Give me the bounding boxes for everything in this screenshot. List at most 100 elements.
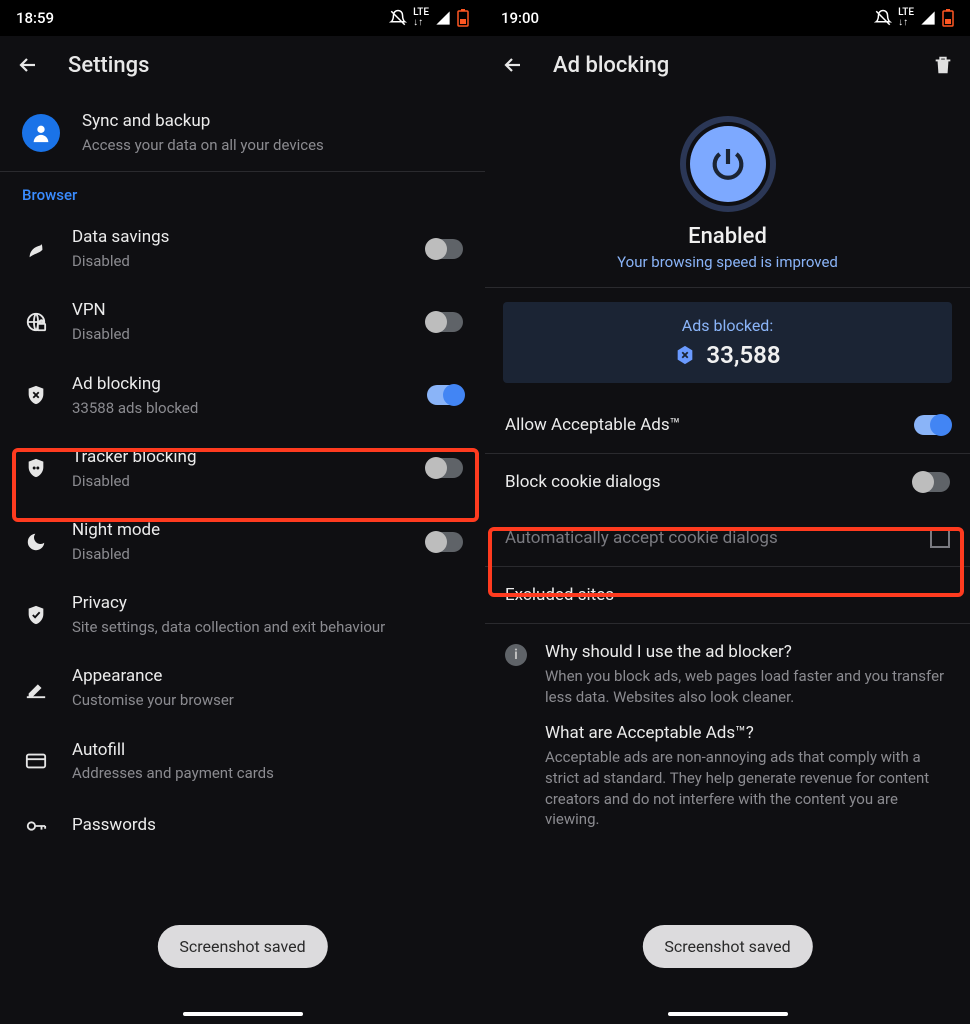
vpn-row[interactable]: VPN Disabled (0, 285, 485, 358)
acceptable-ads-row[interactable]: Allow Acceptable Ads™ (485, 397, 970, 453)
row-title: Tracker blocking (72, 446, 405, 469)
ad-blocking-content: Enabled Your browsing speed is improved … (485, 94, 970, 1024)
row-subtitle: Disabled (72, 324, 405, 344)
hex-x-icon (674, 344, 696, 366)
signal-icon (435, 10, 451, 26)
privacy-row[interactable]: Privacy Site settings, data collection a… (0, 578, 485, 651)
row-subtitle: 33588 ads blocked (72, 398, 405, 418)
auto-accept-cookie-row[interactable]: Automatically accept cookie dialogs (485, 510, 970, 566)
data-savings-toggle[interactable] (427, 239, 463, 259)
row-subtitle: Disabled (72, 544, 405, 564)
sync-subtitle: Access your data on all your devices (82, 135, 463, 155)
divider (485, 287, 970, 288)
excluded-sites-row[interactable]: Excluded sites (485, 567, 970, 623)
autofill-row[interactable]: Autofill Addresses and payment cards (0, 725, 485, 798)
status-time: 18:59 (16, 9, 54, 27)
data-savings-row[interactable]: Data savings Disabled (0, 212, 485, 285)
passwords-row[interactable]: Passwords (0, 798, 485, 854)
info-why-block: i Why should I use the ad blocker? When … (485, 624, 970, 713)
info-title: Why should I use the ad blocker? (545, 642, 950, 662)
row-label: Excluded sites (505, 585, 950, 605)
ads-blocked-card: Ads blocked: 33,588 (503, 302, 952, 383)
row-title: Night mode (72, 519, 405, 542)
row-title: Privacy (72, 592, 463, 615)
row-label: Block cookie dialogs (505, 472, 898, 492)
row-subtitle: Disabled (72, 251, 405, 271)
row-title: Data savings (72, 226, 405, 249)
info-acceptable-block: What are Acceptable Ads™? Acceptable ads… (485, 713, 970, 830)
row-subtitle: Disabled (72, 471, 405, 491)
row-subtitle: Site settings, data collection and exit … (72, 617, 463, 637)
row-title: Ad blocking (72, 373, 405, 396)
network-lte-icon: LTE↓↑ (413, 8, 429, 28)
block-cookie-toggle[interactable] (914, 472, 950, 492)
status-icons: LTE↓↑ (389, 8, 469, 28)
row-label: Automatically accept cookie dialogs (505, 528, 914, 548)
signal-icon (920, 10, 936, 26)
row-title: Autofill (72, 739, 463, 762)
row-title: Passwords (72, 814, 463, 837)
screenshot-toast: Screenshot saved (157, 925, 327, 968)
row-subtitle: Customise your browser (72, 690, 463, 710)
settings-screen: 18:59 LTE↓↑ Settings Sync and backup Acc… (0, 0, 485, 1024)
status-time: 19:00 (501, 9, 539, 27)
stat-label: Ads blocked: (517, 316, 938, 335)
info-body: Acceptable ads are non-annoying ads that… (545, 747, 950, 830)
nav-pill[interactable] (183, 1012, 303, 1016)
status-bar: 18:59 LTE↓↑ (0, 0, 485, 36)
info-title: What are Acceptable Ads™? (545, 723, 950, 743)
block-cookie-dialogs-row[interactable]: Block cookie dialogs (485, 454, 970, 510)
moon-icon (22, 528, 50, 556)
enabled-subtitle: Your browsing speed is improved (485, 253, 970, 271)
vpn-toggle[interactable] (427, 312, 463, 332)
enabled-title: Enabled (485, 224, 970, 249)
sync-backup-row[interactable]: Sync and backup Access your data on all … (0, 94, 485, 171)
trash-icon[interactable] (932, 54, 954, 76)
info-icon: i (505, 644, 527, 666)
shield-check-icon (22, 601, 50, 629)
status-bar: 19:00 LTE↓↑ (485, 0, 970, 36)
night-mode-toggle[interactable] (427, 532, 463, 552)
page-title: Settings (68, 53, 469, 78)
row-subtitle: Addresses and payment cards (72, 763, 463, 783)
ad-blocking-screen: 19:00 LTE↓↑ Ad blocking Enabled Y (485, 0, 970, 1024)
ad-blocking-toggle[interactable] (427, 385, 463, 405)
info-body: When you block ads, web pages load faste… (545, 666, 950, 707)
row-label: Allow Acceptable Ads™ (505, 415, 898, 435)
network-lte-icon: LTE↓↑ (898, 8, 914, 28)
stat-value: 33,588 (706, 341, 780, 369)
app-bar: Settings (0, 36, 485, 94)
card-icon (22, 747, 50, 775)
status-icons: LTE↓↑ (874, 8, 954, 28)
shield-tracker-icon (22, 454, 50, 482)
row-title: Appearance (72, 665, 463, 688)
nav-pill[interactable] (668, 1012, 788, 1016)
appearance-row[interactable]: Appearance Customise your browser (0, 651, 485, 724)
auto-accept-checkbox[interactable] (930, 528, 950, 548)
power-icon (708, 144, 748, 184)
section-label-browser: Browser (0, 172, 485, 212)
battery-icon (942, 9, 954, 27)
power-button[interactable] (680, 116, 776, 212)
app-bar: Ad blocking (485, 36, 970, 94)
leaf-icon (22, 235, 50, 263)
row-title: VPN (72, 299, 405, 322)
dnd-off-icon (874, 9, 892, 27)
night-mode-row[interactable]: Night mode Disabled (0, 505, 485, 578)
settings-list: Sync and backup Access your data on all … (0, 94, 485, 1024)
back-icon[interactable] (16, 53, 40, 77)
sync-title: Sync and backup (82, 110, 463, 133)
acceptable-ads-toggle[interactable] (914, 415, 950, 435)
shield-x-icon (22, 381, 50, 409)
screenshot-toast: Screenshot saved (642, 925, 812, 968)
ad-blocking-row[interactable]: Ad blocking 33588 ads blocked (0, 359, 485, 432)
globe-lock-icon (22, 308, 50, 336)
tracker-toggle[interactable] (427, 458, 463, 478)
tracker-blocking-row[interactable]: Tracker blocking Disabled (0, 432, 485, 505)
page-title: Ad blocking (553, 53, 904, 78)
key-icon (22, 812, 50, 840)
paint-icon (22, 674, 50, 702)
profile-avatar-icon (22, 114, 60, 152)
back-icon[interactable] (501, 53, 525, 77)
dnd-off-icon (389, 9, 407, 27)
